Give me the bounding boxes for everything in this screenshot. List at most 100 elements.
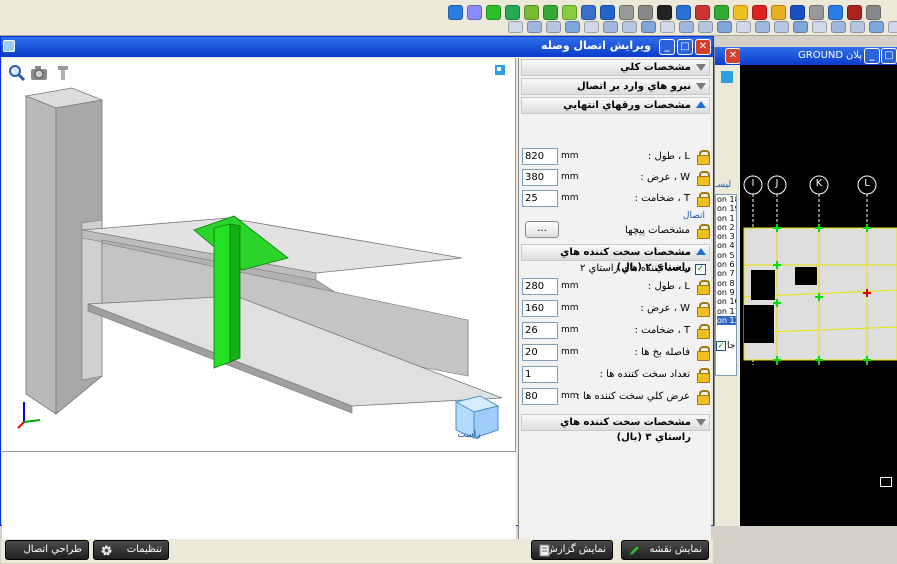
end-plate-length-input[interactable] <box>522 148 558 165</box>
lock-icon[interactable] <box>697 302 710 317</box>
toolbar-tool-icon[interactable] <box>717 21 732 33</box>
story-list-item[interactable]: on 4 <box>717 241 736 250</box>
toolbar-tool-icon[interactable] <box>527 21 542 33</box>
section-end-plate[interactable]: مشخصات ورقهاي انتهايي <box>521 97 710 114</box>
toolbar-tool-icon[interactable] <box>850 21 865 33</box>
toolbar-tool-icon[interactable] <box>505 5 520 20</box>
story-list-item[interactable]: on 12 <box>717 315 736 326</box>
plan-restore-icon[interactable] <box>880 477 892 487</box>
dialog-titlebar[interactable]: ويرايش اتصال وصله ✕ □ _ <box>1 37 713 57</box>
plan-drawing[interactable] <box>740 65 897 526</box>
toolbar-tool-icon[interactable] <box>755 21 770 33</box>
toolbar-tool-icon[interactable] <box>581 5 596 20</box>
lock-icon[interactable] <box>697 324 710 339</box>
section-forces[interactable]: نيرو هاي وارد بر اتصال <box>521 78 710 95</box>
list-window-close-button[interactable]: ✕ <box>725 48 741 64</box>
close-button[interactable]: ✕ <box>695 39 711 55</box>
story-list-item[interactable]: on 10 <box>717 297 736 306</box>
stiffener-length-input[interactable] <box>522 278 558 295</box>
section-general[interactable]: مشخصات كلي <box>521 59 710 76</box>
toolbar-tool-icon[interactable] <box>448 5 463 20</box>
toolbar-tool-icon[interactable] <box>869 21 884 33</box>
stiffener-count-input[interactable] <box>522 366 558 383</box>
toolbar-tool-icon[interactable] <box>584 21 599 33</box>
view-cube-label[interactable]: راست <box>456 430 482 440</box>
toolbar-tool-icon[interactable] <box>546 21 561 33</box>
zoom-icon[interactable] <box>8 64 26 82</box>
toolbar-tool-icon[interactable] <box>619 5 634 20</box>
toolbar-tool-icon[interactable] <box>831 21 846 33</box>
toolbar-tool-icon[interactable] <box>752 5 767 20</box>
toolbar-tool-icon[interactable] <box>641 21 656 33</box>
story-list-item[interactable]: on 1 <box>717 214 736 223</box>
toolbar-tool-icon[interactable] <box>698 21 713 33</box>
toolbar-tool-icon[interactable] <box>847 5 862 20</box>
toolbar-tool-icon[interactable] <box>657 5 672 20</box>
minimize-button[interactable]: _ <box>659 39 675 55</box>
story-list-item[interactable]: on 2 <box>717 223 736 232</box>
toolbar-tool-icon[interactable] <box>695 5 710 20</box>
story-list-item[interactable]: on 8 <box>717 279 736 288</box>
toolbar-tool-icon[interactable] <box>622 21 637 33</box>
stiffener-thickness-input[interactable] <box>522 322 558 339</box>
lock-icon[interactable] <box>697 368 710 383</box>
bolt-icon[interactable] <box>54 64 72 82</box>
story-list-item[interactable]: on 9 <box>717 288 736 297</box>
toolbar-tool-icon[interactable] <box>603 21 618 33</box>
section-stiffener-1[interactable]: مشخصات سخت كننده هاي راستاي ٢ (بال) <box>521 244 710 273</box>
toolbar-tool-icon[interactable] <box>714 5 729 20</box>
list-checkbox[interactable]: ✓ <box>716 341 726 351</box>
toolbar-tool-icon[interactable] <box>524 5 539 20</box>
bolts-details-button[interactable]: ... <box>525 221 559 238</box>
plan-minimize-button[interactable]: _ <box>864 48 880 64</box>
lock-icon[interactable] <box>697 280 710 295</box>
list-window-titlebar[interactable]: ✕ <box>715 47 741 65</box>
toolbar-tool-icon[interactable] <box>774 21 789 33</box>
lock-icon[interactable] <box>697 150 710 165</box>
toolbar-tool-icon[interactable] <box>600 5 615 20</box>
stiffener-checkbox[interactable]: ✓ <box>695 264 706 275</box>
toolbar-tool-icon[interactable] <box>888 21 897 33</box>
toolbar-tool-icon[interactable] <box>508 21 523 33</box>
story-list-item[interactable]: on 11 <box>717 307 736 316</box>
toolbar-tool-icon[interactable] <box>809 5 824 20</box>
show-map-button[interactable]: نمايش نقشه <box>621 540 709 560</box>
3d-viewport[interactable]: راست <box>2 58 516 451</box>
show-report-button[interactable]: نمايش گزارش <box>531 540 613 560</box>
stiffener-width-input[interactable] <box>522 300 558 317</box>
section-stiffener-2[interactable]: مشخصات سخت كننده هاي راستاي ٣ (بال) <box>521 414 710 443</box>
end-plate-width-input[interactable] <box>522 169 558 186</box>
toolbar-tool-icon[interactable] <box>562 5 577 20</box>
settings-button[interactable]: تنظيمات <box>93 540 169 560</box>
stiffener-checkbox-row[interactable]: ✓ سخت كننده هاي راستاي ٢ <box>521 263 710 277</box>
story-list-item[interactable]: on 6 <box>717 260 736 269</box>
stiffener-distance-input[interactable] <box>522 344 558 361</box>
toolbar-tool-icon[interactable] <box>812 21 827 33</box>
lock-icon[interactable] <box>697 224 710 239</box>
view-options-icon[interactable] <box>494 64 506 76</box>
design-connection-button[interactable]: طراحي اتصال <box>5 540 89 560</box>
list-options-icon[interactable] <box>721 71 733 83</box>
toolbar-tool-icon[interactable] <box>828 5 843 20</box>
toolbar-tool-icon[interactable] <box>565 21 580 33</box>
lock-icon[interactable] <box>697 390 710 405</box>
story-list-item[interactable]: on 19 <box>717 204 736 213</box>
story-list-item[interactable]: on 5 <box>717 251 736 260</box>
toolbar-tool-icon[interactable] <box>790 5 805 20</box>
lock-icon[interactable] <box>697 171 710 186</box>
stiffener-total-width-input[interactable] <box>522 388 558 405</box>
toolbar-tool-icon[interactable] <box>486 5 501 20</box>
toolbar-tool-icon[interactable] <box>771 5 786 20</box>
toolbar-tool-icon[interactable] <box>638 5 653 20</box>
plan-maximize-button[interactable]: □ <box>881 48 897 64</box>
story-list-item[interactable]: on 3 <box>717 232 736 241</box>
lock-icon[interactable] <box>697 346 710 361</box>
toolbar-tool-icon[interactable] <box>793 21 808 33</box>
toolbar-tool-icon[interactable] <box>467 5 482 20</box>
end-plate-thickness-input[interactable] <box>522 190 558 207</box>
toolbar-tool-icon[interactable] <box>543 5 558 20</box>
maximize-button[interactable]: □ <box>677 39 693 55</box>
camera-icon[interactable] <box>30 64 48 82</box>
toolbar-tool-icon[interactable] <box>866 5 881 20</box>
story-list-item[interactable]: on 7 <box>717 269 736 278</box>
